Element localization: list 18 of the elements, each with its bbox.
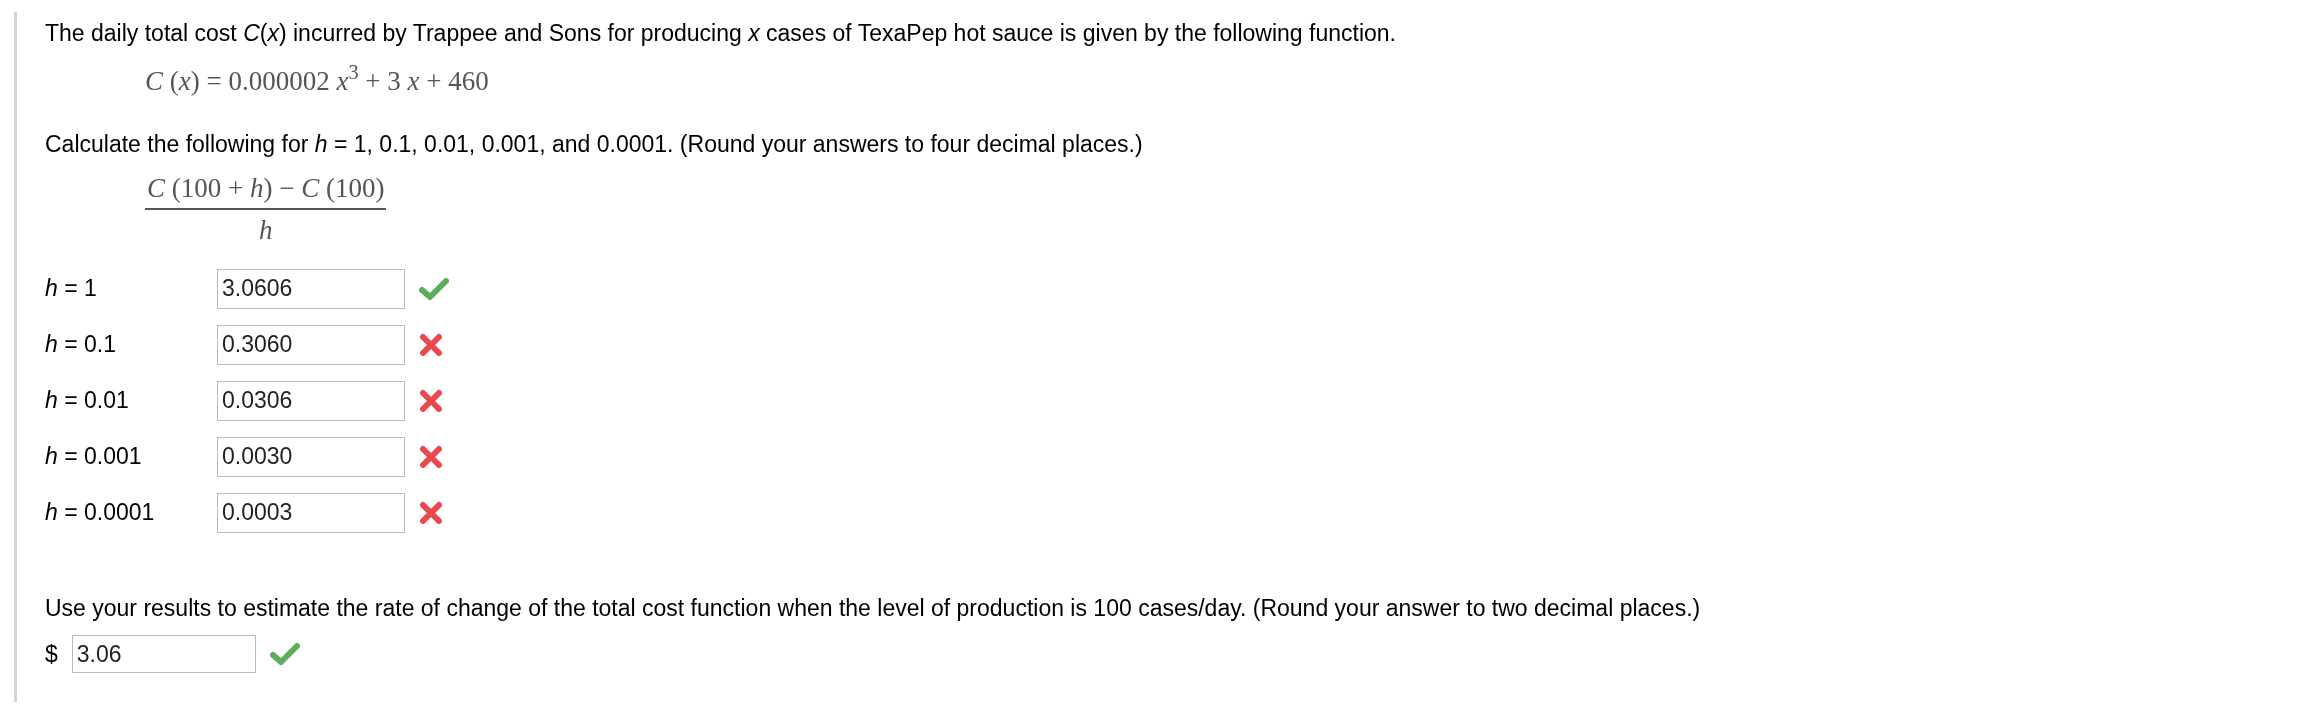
answer-field[interactable]: 0.0030 bbox=[217, 436, 405, 477]
h-value-label: h = 0.001 bbox=[45, 442, 143, 472]
h-value-label: h = 0.1 bbox=[45, 330, 117, 360]
h-value-label: h = 1 bbox=[45, 274, 98, 304]
answer-field[interactable]: 0.3060 bbox=[217, 324, 405, 365]
answer-field[interactable]: 3.06 bbox=[71, 635, 256, 673]
answer-field[interactable]: 0.0306 bbox=[217, 380, 405, 421]
cost-function-formula: C (x) = 0.000002 x$^{3}$ + 3 x + 460 bbox=[145, 60, 489, 98]
problem-statement: The daily total cost C(x) incurred by Trappee and Sons for producing x cases of TexaPep hot sauce is given by the following function. bbox=[45, 19, 1397, 48]
h-value-label: h = 0.01 bbox=[45, 386, 130, 416]
h-value-label: h = 0.0001 bbox=[45, 498, 156, 528]
dollar-sign: $ bbox=[45, 639, 58, 669]
answer-field[interactable]: 3.0606 bbox=[217, 268, 405, 309]
instruction-text: Calculate the following for h = 1, 0.1, 0.01, 0.001, and 0.0001. (Round your answers to four decimal places.) bbox=[45, 130, 1144, 159]
answer-field[interactable]: 0.0003 bbox=[217, 492, 405, 533]
fraction-numerator: C (100 + h) − C (100) bbox=[146, 171, 386, 205]
fraction-denominator: h bbox=[258, 214, 273, 247]
question-text: Use your results to estimate the rate of change of the total cost function when the level of production is 100 cases/day. (Round your answer to two decimal places.) bbox=[45, 593, 1702, 623]
